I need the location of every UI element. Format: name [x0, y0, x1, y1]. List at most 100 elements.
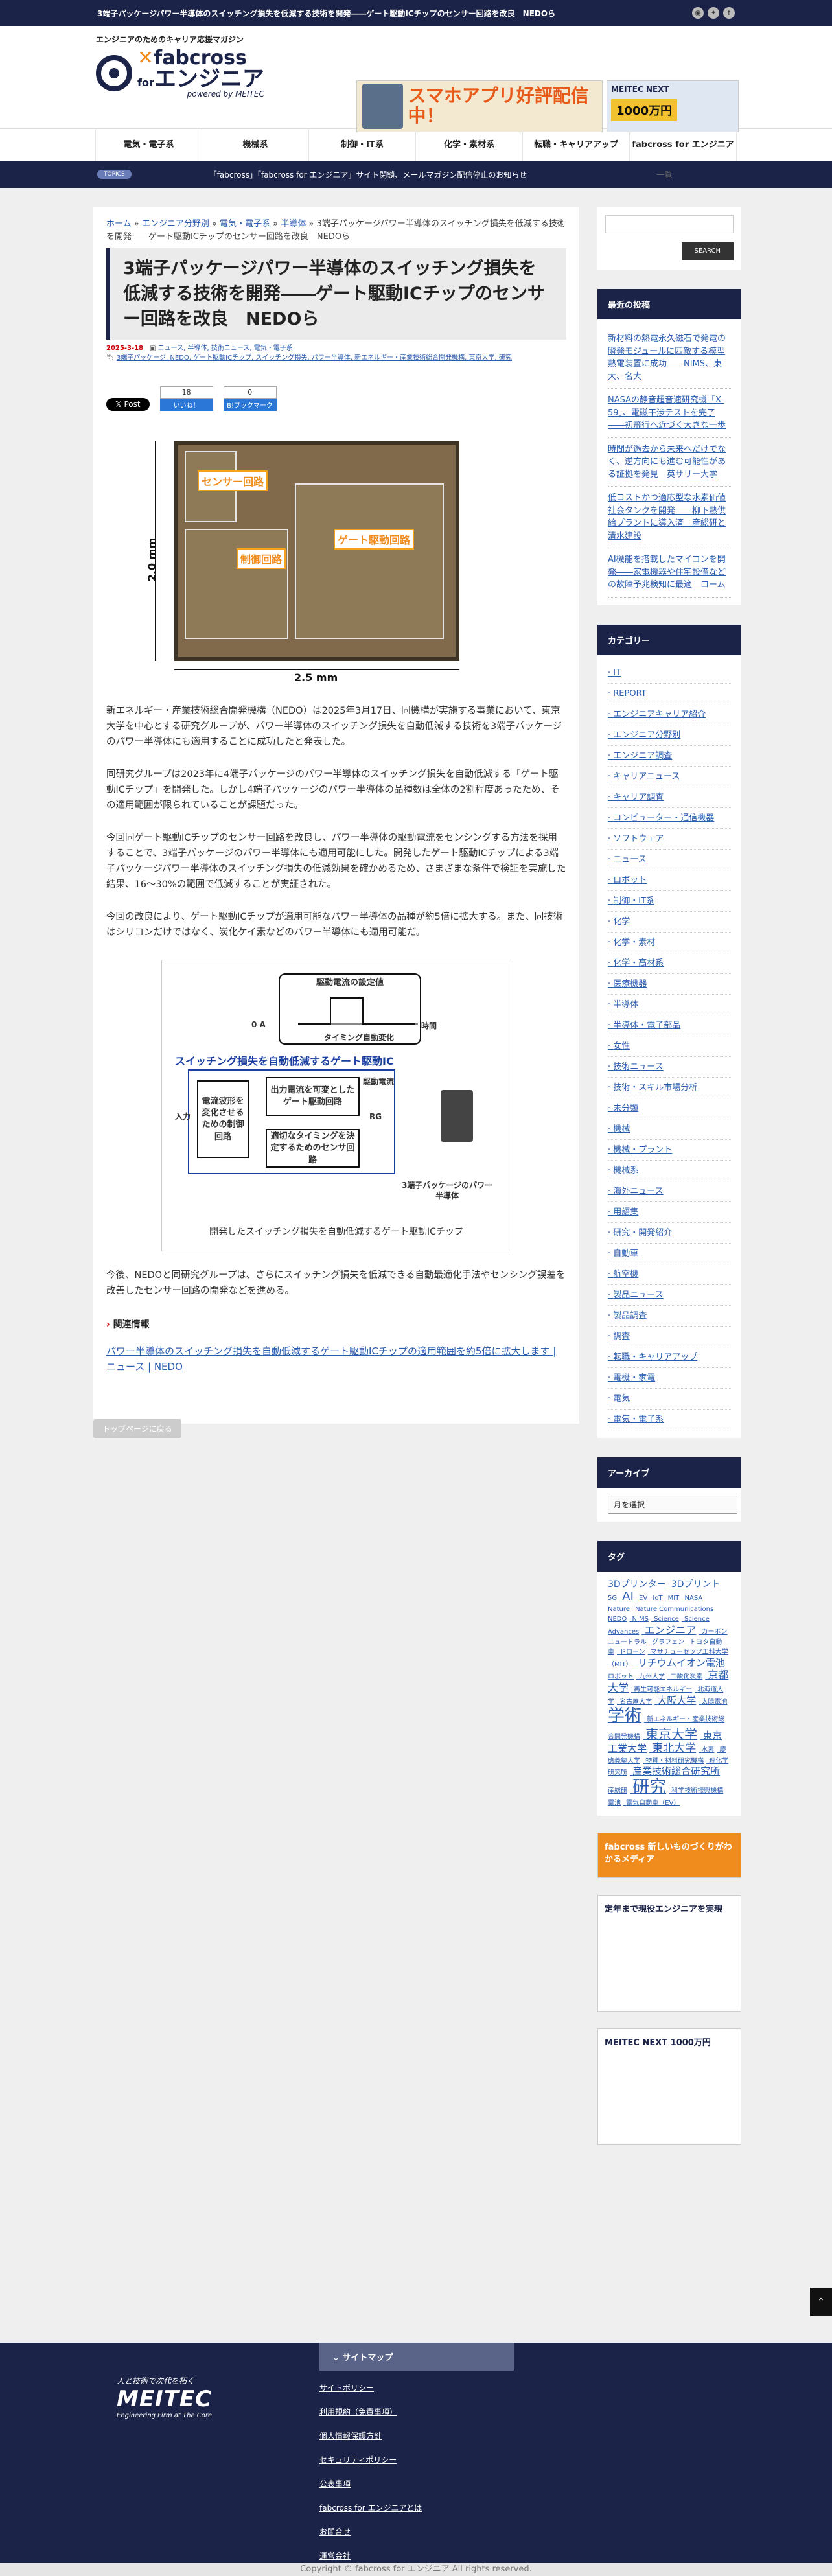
facebook-icon[interactable]: f: [723, 7, 735, 19]
tag-link[interactable]: 九州大学: [639, 1673, 665, 1680]
category-item[interactable]: キャリアニュース: [608, 767, 731, 787]
recent-post[interactable]: NASAの静音超音速研究機「X-59」、電磁干渉テストを完了――初飛行へ近づく大…: [608, 389, 731, 438]
tag-link[interactable]: Nature: [608, 1606, 630, 1613]
category-item[interactable]: 用語集: [608, 1202, 731, 1223]
tag-link[interactable]: 産総研: [608, 1787, 627, 1794]
tag-link[interactable]: NIMS: [632, 1616, 649, 1623]
site-logo[interactable]: エンジニアのためのキャリア応援マガジン ✕fabcross forエンジニア p…: [96, 34, 264, 98]
search-button[interactable]: SEARCH: [681, 242, 734, 260]
tag-link[interactable]: 5G: [608, 1595, 617, 1602]
category-item[interactable]: REPORT: [608, 684, 731, 704]
tag-link[interactable]: AI: [622, 1590, 634, 1603]
sitemap-item[interactable]: セキュリティポリシー: [319, 2448, 514, 2472]
recent-post[interactable]: 時間が過去から未来へだけでなく、逆方向にも進む可能性がある証拠を発見 英サリー大…: [608, 438, 731, 487]
sitemap-item[interactable]: お問合せ: [319, 2520, 514, 2544]
category-item[interactable]: 半導体・電子部品: [608, 1015, 731, 1036]
tag-link[interactable]: EV: [639, 1595, 647, 1602]
nav-control-it[interactable]: 制御・IT系: [309, 129, 416, 161]
category-item[interactable]: 化学: [608, 912, 731, 933]
news-more-link[interactable]: 一覧: [656, 169, 672, 180]
category-item[interactable]: エンジニア調査: [608, 746, 731, 767]
crumb-field[interactable]: エンジニア分野別: [142, 219, 209, 229]
nav-career[interactable]: 転職・キャリアアップ: [523, 129, 630, 161]
category-item[interactable]: コンピューター・通信機器: [608, 808, 731, 829]
twitter-icon[interactable]: ✦: [708, 7, 719, 19]
nav-chemical[interactable]: 化学・素材系: [416, 129, 523, 161]
app-banner[interactable]: スマホアプリ好評配信中！: [356, 80, 603, 132]
crumb-home[interactable]: ホーム: [106, 219, 132, 229]
category-item[interactable]: 電機・家電: [608, 1368, 731, 1389]
category-item[interactable]: 技術ニュース: [608, 1057, 731, 1078]
tag-link[interactable]: 二酸化炭素: [670, 1673, 702, 1680]
tag-link[interactable]: 科学技術振興機構: [671, 1787, 723, 1794]
category-item[interactable]: 航空機: [608, 1264, 731, 1285]
tag-link[interactable]: MIT: [668, 1595, 680, 1602]
category-item[interactable]: ソフトウェア: [608, 829, 731, 850]
category-item[interactable]: 半導体: [608, 995, 731, 1015]
sitemap-item[interactable]: 公表事項: [319, 2472, 514, 2496]
sitemap-item[interactable]: 個人情報保護方針: [319, 2424, 514, 2448]
category-item[interactable]: IT: [608, 663, 731, 684]
tag-link[interactable]: 東京大学: [645, 1726, 697, 1742]
tag-link[interactable]: NEDO: [608, 1616, 627, 1623]
recent-post[interactable]: AI機能を搭載したマイコンを開発――家電機器や住宅設備などの故障予兆検知に最適 …: [608, 548, 731, 598]
sitemap-item[interactable]: fabcross for エンジニアとは: [319, 2496, 514, 2520]
category-item[interactable]: 海外ニュース: [608, 1181, 731, 1202]
category-item[interactable]: 制御・IT系: [608, 891, 731, 912]
crumb-electric[interactable]: 電気・電子系: [220, 219, 270, 229]
scroll-top-icon[interactable]: ⌃: [810, 2288, 832, 2316]
category-item[interactable]: 機械系: [608, 1161, 731, 1181]
category-item[interactable]: 調査: [608, 1327, 731, 1347]
tag-link[interactable]: 産業技術総合研究所: [632, 1765, 720, 1777]
category-item[interactable]: 医療機器: [608, 974, 731, 995]
category-item[interactable]: 化学・高材系: [608, 953, 731, 974]
category-item[interactable]: 技術・スキル市場分析: [608, 1078, 731, 1098]
category-item[interactable]: ニュース: [608, 850, 731, 870]
tag-link[interactable]: 東北大学: [652, 1742, 696, 1755]
category-item[interactable]: キャリア調査: [608, 787, 731, 808]
sitemap-item[interactable]: サイトポリシー: [319, 2376, 514, 2400]
rss-icon[interactable]: ◉: [692, 7, 704, 19]
tag-link[interactable]: 学術: [608, 1706, 641, 1726]
category-item[interactable]: 研究・開発紹介: [608, 1223, 731, 1244]
category-item[interactable]: ロボット: [608, 870, 731, 891]
category-item[interactable]: 女性: [608, 1036, 731, 1057]
category-item[interactable]: 転職・キャリアアップ: [608, 1347, 731, 1368]
category-item[interactable]: 製品調査: [608, 1306, 731, 1327]
fabcross-banner[interactable]: fabcross 新しいものづくりがわかるメディア: [597, 1832, 741, 1878]
x-post-button[interactable]: 𝕏 Post: [106, 398, 150, 412]
nav-electric[interactable]: 電気・電子系: [95, 129, 202, 161]
tag-link[interactable]: Nature Communications: [635, 1606, 713, 1613]
facebook-like[interactable]: 18 いいね！: [159, 386, 213, 412]
category-item[interactable]: 機械: [608, 1119, 731, 1140]
career-banner[interactable]: 定年まで現役エンジニアを実現: [597, 1894, 741, 2012]
tag-link[interactable]: 物質・材料研究機構: [645, 1758, 704, 1765]
tag-link[interactable]: エンジニア: [644, 1624, 696, 1636]
tag-link[interactable]: 大阪大学: [657, 1695, 696, 1706]
tag-link[interactable]: 再生可能エネルギー: [634, 1686, 692, 1693]
search-input[interactable]: [605, 215, 734, 233]
article-tags[interactable]: 3端子パッケージ, NEDO, ゲート駆動ICチップ, スイッチング損失, パワ…: [117, 354, 512, 362]
tag-link[interactable]: グラフェン: [652, 1639, 684, 1646]
category-item[interactable]: 電気: [608, 1389, 731, 1410]
hatena-bookmark[interactable]: 0 B!ブックマーク: [223, 386, 277, 412]
category-item[interactable]: 化学・素材: [608, 933, 731, 953]
article-categories[interactable]: ニュース, 半導体, 技術ニュース, 電気・電子系: [158, 345, 293, 352]
tag-link[interactable]: 研究: [632, 1778, 666, 1797]
category-item[interactable]: 機械・プラント: [608, 1140, 731, 1161]
tag-link[interactable]: 3Dプリンター: [608, 1579, 666, 1590]
meitec-next-side-banner[interactable]: MEITEC NEXT 1000万円: [597, 2028, 741, 2145]
tag-link[interactable]: リチウムイオン電池: [638, 1657, 725, 1669]
tag-link[interactable]: 電池: [608, 1800, 621, 1807]
back-to-top-page[interactable]: トップページに戻る: [93, 1419, 181, 1438]
tag-link[interactable]: Science: [654, 1616, 679, 1623]
tag-link[interactable]: 水素: [701, 1746, 714, 1754]
crumb-semiconductor[interactable]: 半導体: [281, 219, 306, 229]
tag-link[interactable]: IoT: [653, 1595, 662, 1602]
nav-for-engineer[interactable]: fabcross for エンジニア: [630, 129, 737, 161]
tag-link[interactable]: NASA: [685, 1595, 703, 1602]
recent-post[interactable]: 新材料の熱電永久磁石で発電の瞬発モジュールに匹敵する模型熱電装置に成功――NIM…: [608, 327, 731, 389]
meitec-next-banner[interactable]: MEITEC NEXT 1000万円: [607, 80, 739, 132]
recent-post[interactable]: 低コストかつ適応型な水素価値社会タンクを開発――柳下熱供給プラントに導入済 産総…: [608, 487, 731, 548]
category-item[interactable]: 製品ニュース: [608, 1285, 731, 1306]
